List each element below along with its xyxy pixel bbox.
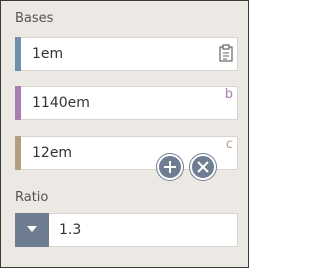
bases-label: Bases xyxy=(15,11,54,26)
base-field-a-value[interactable]: 1em xyxy=(32,46,63,62)
plus-icon xyxy=(164,161,176,173)
base-field-a[interactable]: 1em xyxy=(15,37,238,71)
add-base-button[interactable] xyxy=(157,154,183,180)
caret-down-icon xyxy=(27,226,37,232)
base-field-c-letter: c xyxy=(225,137,233,152)
remove-base-button[interactable] xyxy=(190,154,216,180)
ratio-label: Ratio xyxy=(15,190,49,205)
base-field-b[interactable]: 1140em b xyxy=(15,86,238,120)
close-icon xyxy=(197,161,209,173)
settings-panel: Bases 1em 1140em b 12em c Ratio 1.3 xyxy=(0,0,249,268)
base-field-b-letter: b xyxy=(224,87,233,102)
base-field-b-value[interactable]: 1140em xyxy=(32,95,90,111)
base-field-b-color-stripe xyxy=(15,86,21,120)
ratio-dropdown-button[interactable] xyxy=(15,213,49,247)
base-field-a-color-stripe xyxy=(15,37,21,71)
base-field-c-value[interactable]: 12em xyxy=(32,145,72,161)
ratio-value[interactable]: 1.3 xyxy=(59,222,81,238)
base-field-c-color-stripe xyxy=(15,136,21,170)
clipboard-icon[interactable] xyxy=(219,44,233,62)
ratio-input[interactable]: 1.3 xyxy=(49,213,238,247)
ratio-control: 1.3 xyxy=(15,213,238,247)
